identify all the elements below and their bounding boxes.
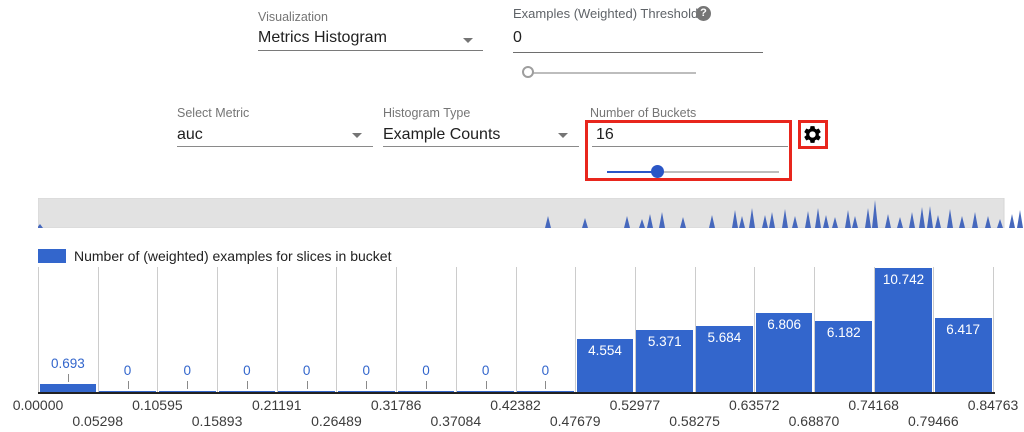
- bar-value-label: 0.693: [38, 356, 98, 371]
- select-metric-label: Select Metric: [177, 106, 249, 120]
- label-leader-line: [187, 381, 188, 389]
- bar-value-label: 0: [157, 363, 217, 378]
- histogram-bar[interactable]: [219, 391, 276, 392]
- bar-value-label: 4.554: [575, 343, 635, 358]
- x-axis-tick-label: 0.31786: [354, 397, 438, 413]
- visualization-select[interactable]: Metrics Histogram: [258, 29, 387, 47]
- x-axis-tick-label: 0.21191: [235, 397, 319, 413]
- bar-value-label: 6.806: [754, 317, 814, 332]
- legend-swatch: [38, 249, 66, 263]
- histogram-bar[interactable]: [159, 391, 216, 392]
- bar-value-label: 5.684: [694, 330, 754, 345]
- visualization-label: Visualization: [258, 10, 328, 24]
- bar-value-label: 0: [396, 363, 456, 378]
- chevron-down-icon[interactable]: [558, 133, 568, 138]
- threshold-label: Examples (Weighted) Threshold: [513, 6, 698, 21]
- label-leader-line: [68, 374, 69, 382]
- histogram-bar[interactable]: [278, 391, 335, 392]
- help-icon[interactable]: ?: [696, 6, 711, 21]
- histogram-bar[interactable]: [40, 384, 97, 392]
- overview-spike: [1009, 214, 1015, 228]
- histogram-bar[interactable]: [457, 391, 514, 392]
- bar-value-label: 0: [456, 363, 516, 378]
- x-axis-tick-label: 0.42382: [474, 397, 558, 413]
- x-axis-tick-label: 0.00000: [0, 397, 80, 413]
- chevron-down-icon[interactable]: [463, 38, 473, 43]
- visualization-underline: [258, 50, 483, 51]
- legend-label: Number of (weighted) examples for slices…: [74, 248, 391, 264]
- chart-legend: Number of (weighted) examples for slices…: [38, 248, 391, 264]
- label-leader-line: [486, 381, 487, 389]
- histogram-type-select[interactable]: Example Counts: [383, 126, 500, 144]
- x-axis-tick-label: 0.52977: [593, 397, 677, 413]
- gridline: [38, 267, 39, 392]
- histogram-bar[interactable]: [338, 391, 395, 392]
- slice-overview-strip[interactable]: [38, 198, 1024, 228]
- select-metric-select[interactable]: auc: [177, 126, 203, 144]
- bar-value-label: 5.371: [635, 334, 695, 349]
- bar-value-label: 0: [336, 363, 396, 378]
- threshold-slider-thumb[interactable]: [522, 66, 534, 78]
- label-leader-line: [307, 381, 308, 389]
- bar-value-label: 0: [515, 363, 575, 378]
- x-axis-tick-label: 0.37084: [414, 413, 498, 429]
- x-axis-tick-label: 0.74168: [832, 397, 916, 413]
- x-axis-tick-label: 0.58275: [653, 413, 737, 429]
- threshold-underline: [513, 52, 763, 53]
- label-leader-line: [426, 381, 427, 389]
- bar-value-label: 6.417: [933, 322, 993, 337]
- label-leader-line: [128, 381, 129, 389]
- overview-spike: [1017, 210, 1023, 228]
- histogram-type-label: Histogram Type: [383, 106, 470, 120]
- number-of-buckets-label: Number of Buckets: [590, 106, 696, 120]
- select-metric-underline: [177, 146, 373, 147]
- x-axis-tick-label: 0.05298: [56, 413, 140, 429]
- histogram-bar[interactable]: [398, 391, 455, 392]
- histogram-bar[interactable]: [517, 391, 574, 392]
- chevron-down-icon[interactable]: [352, 133, 362, 138]
- x-axis-tick-label: 0.63572: [712, 397, 796, 413]
- histogram-bar[interactable]: [99, 391, 156, 392]
- threshold-slider-track[interactable]: [528, 72, 696, 74]
- x-axis-tick-label: 0.10595: [115, 397, 199, 413]
- x-axis-tick-label: 0.26489: [294, 413, 378, 429]
- bar-value-label: 0: [217, 363, 277, 378]
- threshold-input[interactable]: 0: [513, 29, 522, 47]
- gear-icon[interactable]: [802, 124, 823, 145]
- label-leader-line: [366, 381, 367, 389]
- x-axis-line: [38, 392, 995, 394]
- metrics-histogram-plot[interactable]: 0.693000000004.5545.3715.6846.8066.18210…: [38, 267, 996, 394]
- overview-background: [38, 198, 1004, 228]
- buckets-highlight-box: [585, 120, 792, 181]
- label-leader-line: [545, 381, 546, 389]
- bar-value-label: 6.182: [814, 325, 874, 340]
- x-axis-tick-label: 0.84763: [951, 397, 1024, 413]
- x-axis-tick-label: 0.79466: [891, 413, 975, 429]
- histogram-type-underline: [383, 146, 579, 147]
- label-leader-line: [247, 381, 248, 389]
- x-axis-tick-label: 0.68870: [772, 413, 856, 429]
- x-axis-tick-label: 0.15893: [175, 413, 259, 429]
- bar-value-label: 10.742: [873, 272, 933, 287]
- x-axis-tick-label: 0.47679: [533, 413, 617, 429]
- bar-value-label: 0: [277, 363, 337, 378]
- bar-value-label: 0: [98, 363, 158, 378]
